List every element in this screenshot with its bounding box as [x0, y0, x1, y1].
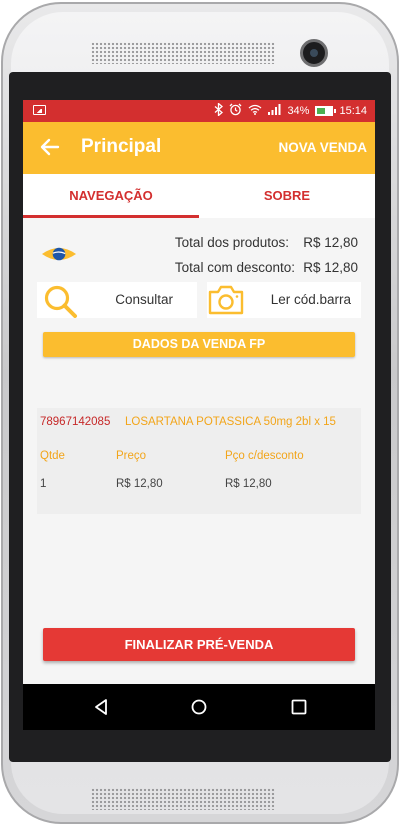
total-produtos-label: Total dos produtos:: [174, 235, 289, 250]
total-desconto-value: R$ 12,80: [303, 260, 358, 275]
back-arrow-icon[interactable]: [37, 134, 63, 160]
status-bar: 34% 15:14: [23, 100, 375, 122]
earpiece-speaker: [91, 42, 275, 64]
list-item[interactable]: 78967142085 LOSARTANA POTASSICA 50mg 2bl…: [37, 408, 361, 514]
alarm-icon: [229, 103, 242, 120]
total-produtos-value: R$ 12,80: [303, 235, 358, 250]
app-bar: Principal NOVA VENDA: [23, 122, 375, 174]
android-nav-bar: [23, 684, 375, 730]
preco-header: Preço: [116, 450, 147, 462]
signal-icon: [268, 103, 281, 119]
ler-codigo-label: Ler cód.barra: [270, 292, 351, 307]
item-code: 78967142085: [40, 416, 111, 428]
tab-sobre[interactable]: SOBRE: [199, 174, 375, 218]
nova-venda-button[interactable]: NOVA VENDA: [278, 140, 367, 155]
preco-value: R$ 12,80: [116, 478, 163, 490]
qtde-value: 1: [40, 478, 47, 490]
bluetooth-icon: [214, 101, 224, 120]
wifi-icon: [248, 103, 262, 119]
consultar-label: Consultar: [115, 292, 173, 307]
bottom-speaker: [91, 788, 275, 810]
preco-desconto-header: Pço c/desconto: [225, 450, 304, 462]
total-desconto-label: Total com desconto:: [174, 260, 295, 275]
dados-venda-fp-button[interactable]: DADOS DA VENDA FP: [43, 332, 355, 357]
qtde-header: Qtde: [40, 450, 65, 462]
search-icon: [43, 284, 79, 318]
ler-codigo-barra-button[interactable]: Ler cód.barra: [207, 282, 361, 318]
battery-percent: 34%: [287, 105, 310, 117]
preco-desconto-value: R$ 12,80: [225, 478, 272, 490]
nav-recent-apps-icon[interactable]: [288, 696, 310, 718]
front-camera: [300, 39, 328, 67]
tab-navegacao[interactable]: NAVEGAÇÃO: [23, 174, 199, 218]
main-content: Total dos produtos: R$ 12,80 Total com d…: [23, 218, 375, 684]
page-title: Principal: [81, 136, 162, 157]
tab-bar: NAVEGAÇÃO SOBRE: [23, 174, 375, 218]
image-icon: [33, 105, 46, 115]
nav-home-icon[interactable]: [188, 696, 210, 718]
app-screen: 34% 15:14 Principal NOVA VENDA NAVEGAÇÃO…: [23, 100, 375, 684]
clock: 15:14: [339, 105, 367, 117]
finalizar-pre-venda-button[interactable]: FINALIZAR PRÉ-VENDA: [43, 628, 355, 661]
farmacia-popular-logo-icon: [41, 245, 77, 263]
camera-icon: [207, 284, 245, 316]
item-description: LOSARTANA POTASSICA 50mg 2bl x 15: [125, 416, 336, 428]
nav-back-icon[interactable]: [91, 696, 113, 718]
consultar-button[interactable]: Consultar: [37, 282, 197, 318]
battery-icon: [315, 106, 337, 116]
